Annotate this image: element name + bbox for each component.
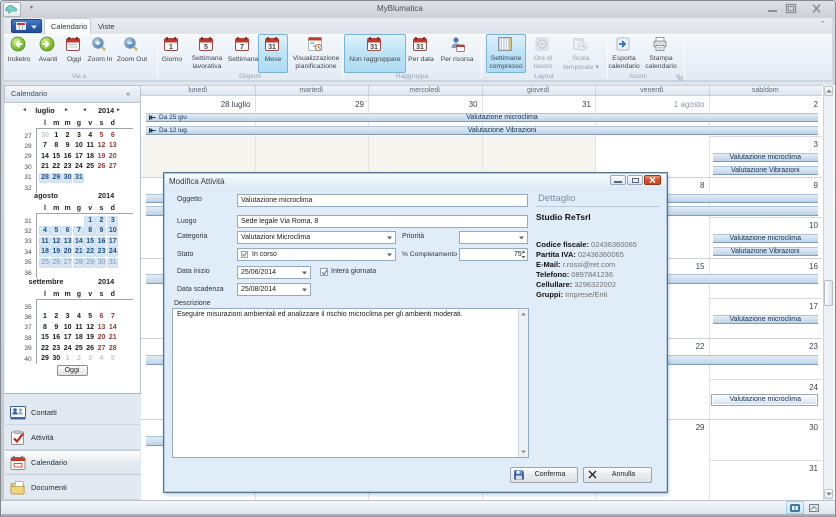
svg-text:31: 31: [268, 44, 276, 51]
svg-text:5: 5: [204, 44, 208, 51]
svg-text:1: 1: [169, 44, 173, 51]
svg-text:7: 7: [240, 44, 244, 51]
svg-text:31: 31: [416, 44, 424, 51]
svg-text:31: 31: [370, 44, 378, 51]
